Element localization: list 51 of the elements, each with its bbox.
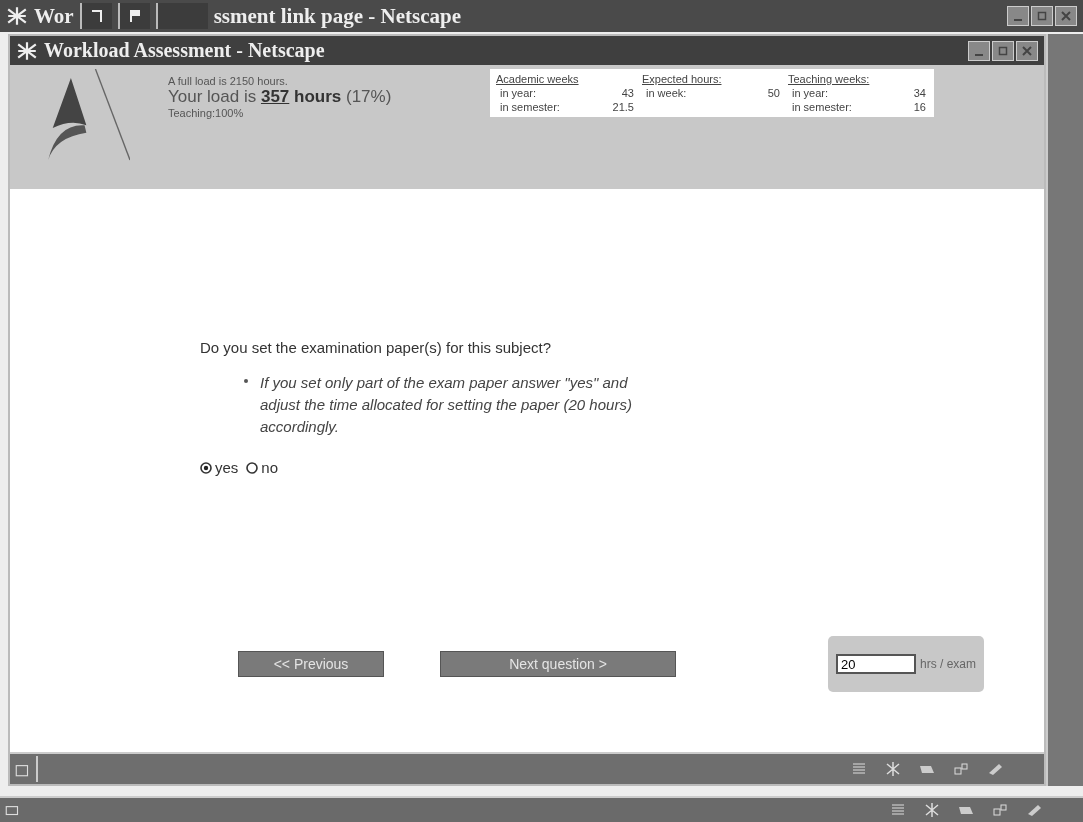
stats-value: 21.5 — [612, 101, 634, 113]
stats-heading: Teaching weeks: — [788, 73, 871, 85]
maximize-icon — [1037, 11, 1047, 21]
window-title: Wor — [34, 3, 74, 29]
load-text: Your load is 357 hours (17%) — [168, 87, 393, 107]
stats-value: 16 — [913, 101, 926, 113]
window-icon — [952, 761, 970, 777]
taskbar-button[interactable] — [155, 3, 208, 29]
list-icon — [850, 761, 868, 777]
bullet-icon — [244, 379, 248, 383]
stats-heading: Expected hours: — [642, 73, 723, 85]
taskbar-button[interactable] — [117, 3, 150, 29]
maximize-icon — [998, 45, 1008, 56]
list-icon — [889, 802, 907, 818]
stats-label: in semester: — [792, 101, 852, 113]
star-icon — [884, 761, 902, 777]
minimize-button[interactable] — [1007, 6, 1029, 26]
maximize-button[interactable] — [1031, 6, 1053, 26]
window-title: ssment link page - Netscape — [213, 3, 461, 29]
stats-label: in week: — [646, 87, 687, 99]
note-text: If you set only part of the exam paper answer "yes" and adjust the time allocated for setting the paper (20 hours) accordingly. — [260, 373, 633, 437]
stats-label: in year: — [500, 87, 537, 99]
corner-icon — [90, 9, 103, 23]
stats-value: 43 — [621, 87, 634, 99]
star-icon — [923, 802, 941, 818]
close-button[interactable] — [1016, 40, 1038, 61]
stats-label: in year: — [792, 87, 829, 99]
close-button[interactable] — [1055, 6, 1077, 26]
close-icon — [1061, 11, 1071, 21]
radio-option[interactable]: yes — [200, 459, 239, 477]
window-icon — [991, 802, 1009, 818]
minimize-button[interactable] — [968, 40, 990, 61]
star-icon — [6, 5, 28, 27]
unit-label: hrs / exam — [920, 657, 976, 671]
star-icon — [16, 39, 38, 62]
radio-option[interactable]: no — [246, 459, 279, 477]
stats-value: 34 — [913, 87, 926, 99]
full-load-text: A full load is 2150 hours. — [168, 75, 289, 87]
stats-label: in semester: — [500, 101, 560, 113]
hours-field[interactable]: 20 — [836, 654, 916, 674]
flag-icon — [128, 9, 141, 23]
stats-heading: Academic weeks — [496, 73, 580, 85]
minimize-icon — [1013, 19, 1023, 21]
maximize-button[interactable] — [992, 40, 1014, 61]
minimize-icon — [974, 53, 984, 56]
stats-value: 50 — [767, 87, 780, 99]
close-icon — [1022, 45, 1032, 56]
window-title: Workload Assessment - Netscape — [44, 39, 325, 62]
teaching-text: Teaching:100% — [168, 107, 245, 119]
taskbar-button[interactable] — [79, 3, 112, 29]
question-text: Do you set the examination paper(s) for this subject? — [200, 339, 552, 356]
